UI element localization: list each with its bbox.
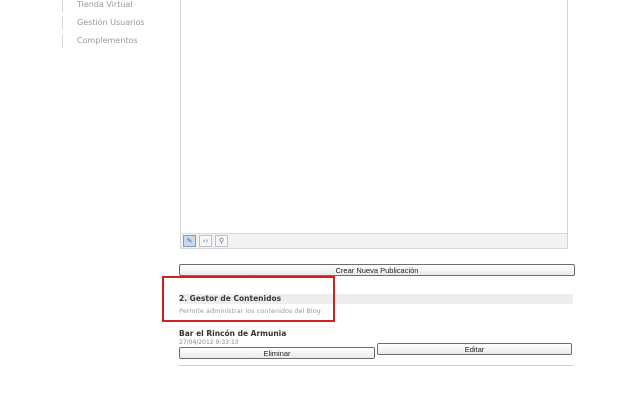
editor-toolbar: ✎ ‹› ⚲ <box>181 233 567 248</box>
code-icon[interactable]: ‹› <box>199 235 212 247</box>
post-title: Bar el Rincón de Armunia <box>179 329 287 338</box>
create-post-button[interactable]: Crear Nueva Publicación <box>179 264 575 276</box>
delete-button[interactable]: Eliminar <box>179 347 375 359</box>
divider <box>179 365 573 366</box>
rich-text-editor[interactable]: ✎ ‹› ⚲ <box>180 0 568 249</box>
edit-button[interactable]: Editar <box>377 343 572 355</box>
sidebar-nav: Tienda Virtual Gestión Usuarios Compleme… <box>62 0 172 52</box>
post-date: 27/04/2012 9:33:13 <box>179 339 239 346</box>
sidebar-item-complementos[interactable]: Complementos <box>62 34 172 48</box>
magnifier-icon[interactable]: ⚲ <box>215 235 228 247</box>
highlight-annotation-box <box>162 276 335 322</box>
sidebar-item-gestion-usuarios[interactable]: Gestión Usuarios <box>62 16 172 30</box>
sidebar-item-tienda-virtual[interactable]: Tienda Virtual <box>62 0 172 12</box>
pencil-icon[interactable]: ✎ <box>183 235 196 247</box>
